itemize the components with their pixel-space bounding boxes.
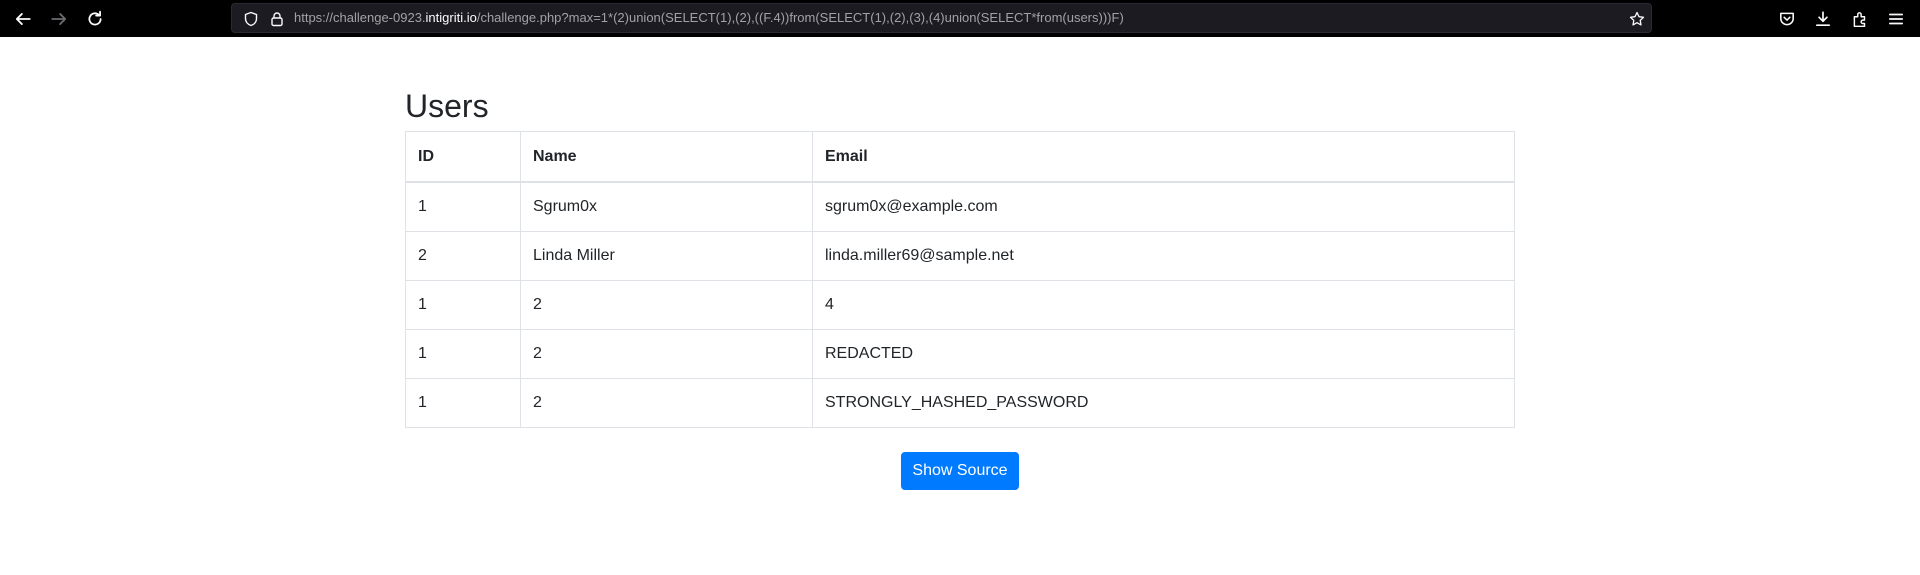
column-header-id: ID <box>405 131 521 183</box>
cell-id: 2 <box>405 231 521 281</box>
url-domain: intigriti.io <box>425 10 477 25</box>
cell-name: Sgrum0x <box>520 181 813 232</box>
cell-id: 1 <box>405 280 521 330</box>
column-header-email: Email <box>812 131 1515 183</box>
pocket-icon[interactable] <box>1772 4 1802 34</box>
users-table: ID Name Email 1 Sgrum0x sgrum0x@example.… <box>405 131 1515 428</box>
cell-email: linda.miller69@sample.net <box>812 231 1515 281</box>
back-icon[interactable] <box>8 4 38 34</box>
browser-toolbar: https://challenge-0923.intigriti.io/chal… <box>0 0 1920 37</box>
cell-id: 1 <box>405 181 521 232</box>
cell-email: sgrum0x@example.com <box>812 181 1515 232</box>
download-icon[interactable] <box>1808 4 1838 34</box>
star-icon[interactable] <box>1628 10 1646 28</box>
table-row: 1 2 STRONGLY_HASHED_PASSWORD <box>405 378 1515 428</box>
cell-name: 2 <box>520 378 813 428</box>
cell-name: Linda Miller <box>520 231 813 281</box>
page-title: Users <box>405 88 489 124</box>
table-row: 1 Sgrum0x sgrum0x@example.com <box>405 181 1515 232</box>
cell-email: REDACTED <box>812 329 1515 379</box>
lock-icon[interactable] <box>268 10 286 28</box>
reload-icon[interactable] <box>80 4 110 34</box>
shield-icon[interactable] <box>242 10 260 28</box>
table-row: 2 Linda Miller linda.miller69@sample.net <box>405 231 1515 281</box>
table-row: 1 2 4 <box>405 280 1515 330</box>
menu-icon[interactable] <box>1881 4 1911 34</box>
table-header-row: ID Name Email <box>405 131 1515 183</box>
table-row: 1 2 REDACTED <box>405 329 1515 379</box>
extensions-icon[interactable] <box>1845 4 1875 34</box>
url-path: /challenge.php?max=1*(2)union(SELECT(1),… <box>476 10 1124 25</box>
column-header-name: Name <box>520 131 813 183</box>
cell-email: 4 <box>812 280 1515 330</box>
url-text[interactable]: https://challenge-0923.intigriti.io/chal… <box>294 4 1594 32</box>
cell-email: STRONGLY_HASHED_PASSWORD <box>812 378 1515 428</box>
cell-name: 2 <box>520 329 813 379</box>
url-prefix: https://challenge-0923. <box>294 10 426 25</box>
show-source-button[interactable]: Show Source <box>901 452 1019 490</box>
cell-name: 2 <box>520 280 813 330</box>
cell-id: 1 <box>405 329 521 379</box>
url-bar[interactable]: https://challenge-0923.intigriti.io/chal… <box>231 3 1652 33</box>
forward-icon[interactable] <box>44 4 74 34</box>
cell-id: 1 <box>405 378 521 428</box>
